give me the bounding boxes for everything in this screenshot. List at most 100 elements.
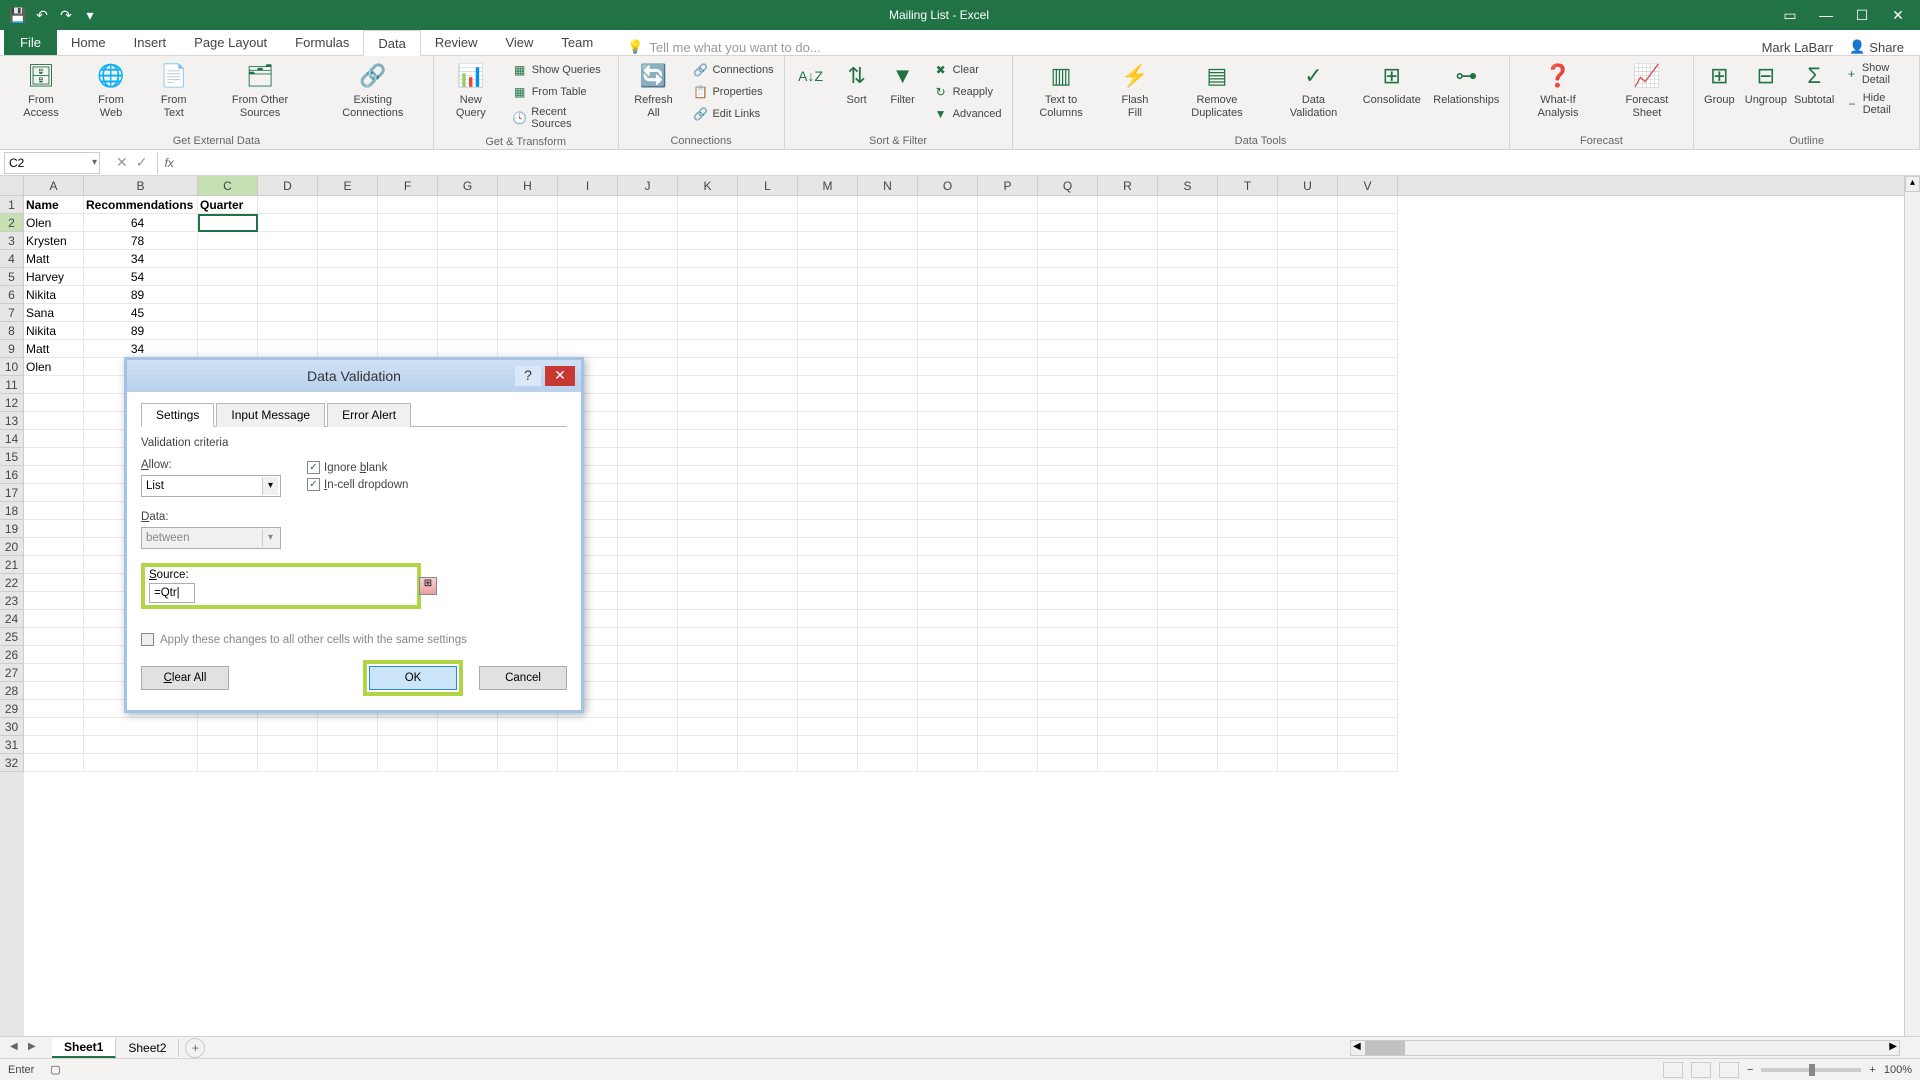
cell-U14[interactable] <box>1278 430 1338 448</box>
cell-N9[interactable] <box>858 340 918 358</box>
cell-L10[interactable] <box>738 358 798 376</box>
cell-Q12[interactable] <box>1038 394 1098 412</box>
tab-home[interactable]: Home <box>57 29 120 55</box>
cell-R12[interactable] <box>1098 394 1158 412</box>
cell-N15[interactable] <box>858 448 918 466</box>
cell-S29[interactable] <box>1158 700 1218 718</box>
cell-N17[interactable] <box>858 484 918 502</box>
col-header-G[interactable]: G <box>438 176 498 195</box>
cell-A29[interactable] <box>24 700 84 718</box>
cell-Q18[interactable] <box>1038 502 1098 520</box>
cell-S30[interactable] <box>1158 718 1218 736</box>
cell-L17[interactable] <box>738 484 798 502</box>
cell-M9[interactable] <box>798 340 858 358</box>
fx-icon[interactable]: fx <box>158 156 179 170</box>
cell-J17[interactable] <box>618 484 678 502</box>
cell-I2[interactable] <box>558 214 618 232</box>
cell-S17[interactable] <box>1158 484 1218 502</box>
cell-T11[interactable] <box>1218 376 1278 394</box>
cell-N13[interactable] <box>858 412 918 430</box>
undo-icon[interactable]: ↶ <box>34 7 50 23</box>
cell-R29[interactable] <box>1098 700 1158 718</box>
cell-L18[interactable] <box>738 502 798 520</box>
cell-S9[interactable] <box>1158 340 1218 358</box>
cell-A25[interactable] <box>24 628 84 646</box>
cell-K25[interactable] <box>678 628 738 646</box>
vertical-scrollbar[interactable]: ▴ <box>1904 176 1920 1036</box>
cell-K7[interactable] <box>678 304 738 322</box>
cell-U22[interactable] <box>1278 574 1338 592</box>
cell-A22[interactable] <box>24 574 84 592</box>
cell-O31[interactable] <box>918 736 978 754</box>
cell-A14[interactable] <box>24 430 84 448</box>
from-text-button[interactable]: 📄From Text <box>144 58 204 122</box>
from-access-button[interactable]: 🗄From Access <box>4 58 78 122</box>
cell-V4[interactable] <box>1338 250 1398 268</box>
cell-C7[interactable] <box>198 304 258 322</box>
cell-O32[interactable] <box>918 754 978 772</box>
cell-M11[interactable] <box>798 376 858 394</box>
cell-L13[interactable] <box>738 412 798 430</box>
cell-G8[interactable] <box>438 322 498 340</box>
cell-M12[interactable] <box>798 394 858 412</box>
cell-V28[interactable] <box>1338 682 1398 700</box>
dialog-titlebar[interactable]: Data Validation ? ✕ <box>127 360 581 392</box>
cell-R28[interactable] <box>1098 682 1158 700</box>
tab-insert[interactable]: Insert <box>120 29 181 55</box>
cell-K24[interactable] <box>678 610 738 628</box>
cell-I5[interactable] <box>558 268 618 286</box>
cell-C9[interactable] <box>198 340 258 358</box>
cell-B32[interactable] <box>84 754 198 772</box>
cell-F5[interactable] <box>378 268 438 286</box>
show-detail-button[interactable]: +Show Detail <box>1841 60 1913 88</box>
cell-J5[interactable] <box>618 268 678 286</box>
cell-J25[interactable] <box>618 628 678 646</box>
cell-T32[interactable] <box>1218 754 1278 772</box>
cell-T30[interactable] <box>1218 718 1278 736</box>
cell-O12[interactable] <box>918 394 978 412</box>
cell-V29[interactable] <box>1338 700 1398 718</box>
zoom-out-icon[interactable]: − <box>1747 1064 1753 1076</box>
cell-E7[interactable] <box>318 304 378 322</box>
cell-O20[interactable] <box>918 538 978 556</box>
cell-P28[interactable] <box>978 682 1038 700</box>
cell-A31[interactable] <box>24 736 84 754</box>
cell-I6[interactable] <box>558 286 618 304</box>
cell-E9[interactable] <box>318 340 378 358</box>
edit-links-button[interactable]: 🔗Edit Links <box>688 104 777 124</box>
cell-Q32[interactable] <box>1038 754 1098 772</box>
cell-N5[interactable] <box>858 268 918 286</box>
cell-T26[interactable] <box>1218 646 1278 664</box>
cell-S1[interactable] <box>1158 196 1218 214</box>
cell-N27[interactable] <box>858 664 918 682</box>
cell-L9[interactable] <box>738 340 798 358</box>
cell-N4[interactable] <box>858 250 918 268</box>
cell-N25[interactable] <box>858 628 918 646</box>
row-header-16[interactable]: 16 <box>0 466 24 484</box>
cell-S11[interactable] <box>1158 376 1218 394</box>
dialog-tab-error-alert[interactable]: Error Alert <box>327 403 411 427</box>
cell-C1[interactable]: Quarter <box>198 196 258 214</box>
cell-M8[interactable] <box>798 322 858 340</box>
file-tab[interactable]: File <box>4 29 57 55</box>
cell-R16[interactable] <box>1098 466 1158 484</box>
cell-S8[interactable] <box>1158 322 1218 340</box>
cell-O11[interactable] <box>918 376 978 394</box>
cell-T21[interactable] <box>1218 556 1278 574</box>
clear-filter-button[interactable]: ✖Clear <box>929 60 1006 80</box>
source-input[interactable] <box>149 583 195 603</box>
cell-A2[interactable]: Olen <box>24 214 84 232</box>
row-header-5[interactable]: 5 <box>0 268 24 286</box>
cell-V6[interactable] <box>1338 286 1398 304</box>
cell-Q25[interactable] <box>1038 628 1098 646</box>
cell-K3[interactable] <box>678 232 738 250</box>
dialog-tab-settings[interactable]: Settings <box>141 403 214 427</box>
cell-L20[interactable] <box>738 538 798 556</box>
add-sheet-button[interactable]: + <box>185 1038 205 1058</box>
tab-team[interactable]: Team <box>547 29 607 55</box>
col-header-O[interactable]: O <box>918 176 978 195</box>
cell-R27[interactable] <box>1098 664 1158 682</box>
cell-L22[interactable] <box>738 574 798 592</box>
cell-T27[interactable] <box>1218 664 1278 682</box>
cell-F1[interactable] <box>378 196 438 214</box>
